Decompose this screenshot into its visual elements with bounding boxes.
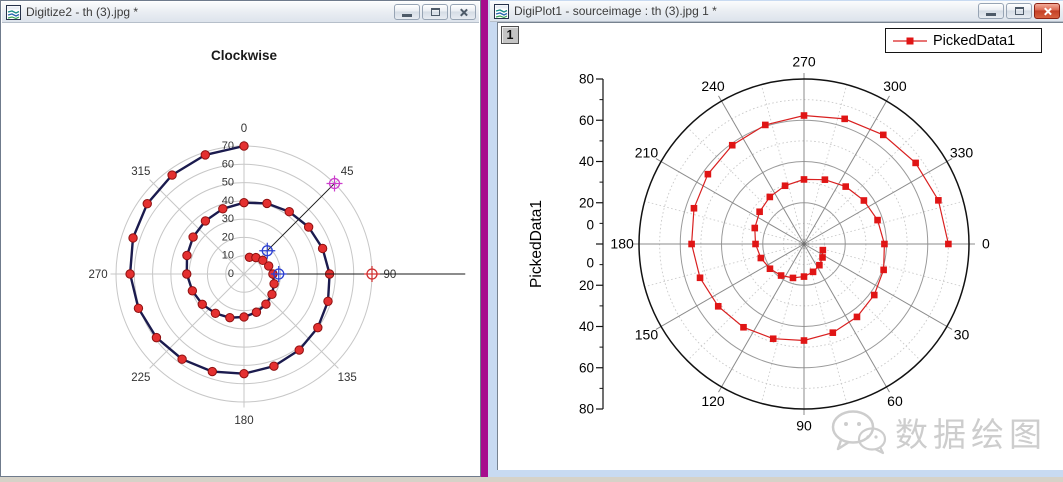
svg-text:120: 120 — [701, 393, 725, 409]
origin-graph-window-icon — [6, 4, 21, 20]
polar-grid — [633, 73, 975, 415]
calibration-marker-angle-ref-90[interactable] — [364, 266, 380, 282]
origin-graph-window-icon — [494, 3, 509, 19]
minimize-icon — [402, 14, 412, 17]
radial-axis — [596, 78, 604, 410]
digiplot-titlebar[interactable]: DigiPlot1 - sourceimage : th (3).jpg 1 * — [490, 1, 1063, 22]
radial-axis-labels: 80 60 40 20 0 0 20 40 60 80 — [579, 72, 594, 417]
svg-text:60: 60 — [579, 360, 594, 375]
digiplot-window-title: DigiPlot1 - sourceimage : th (3).jpg 1 * — [514, 4, 717, 18]
digitize-polar-chart: 04590135180225270315010203040506070Clock… — [88, 48, 466, 427]
svg-text:20: 20 — [579, 195, 594, 210]
y-axis-title: PickedData1 — [528, 200, 545, 288]
svg-text:40: 40 — [579, 319, 594, 334]
svg-text:30: 30 — [222, 213, 234, 225]
svg-text:10: 10 — [222, 250, 234, 262]
minimize-button[interactable] — [394, 4, 420, 20]
svg-text:135: 135 — [338, 372, 357, 384]
svg-text:315: 315 — [131, 166, 150, 178]
svg-text:0: 0 — [241, 123, 247, 135]
svg-text:20: 20 — [222, 231, 234, 243]
maximize-button[interactable] — [422, 4, 448, 20]
svg-text:300: 300 — [883, 78, 907, 94]
svg-text:0: 0 — [586, 218, 594, 233]
window-divider — [481, 0, 488, 477]
svg-text:180: 180 — [610, 236, 634, 252]
svg-text:0: 0 — [586, 256, 594, 271]
minimize-icon — [986, 13, 996, 16]
svg-text:90: 90 — [384, 269, 397, 281]
digitize-image-canvas[interactable]: 0 45 90 135 180 225 270 315 0 10 20 30 40 50 60 70 Clock… — [2, 23, 479, 475]
legend[interactable]: PickedData1 — [885, 28, 1042, 53]
svg-text:80: 80 — [579, 402, 594, 417]
svg-text:30: 30 — [954, 326, 970, 342]
svg-text:180: 180 — [234, 415, 253, 427]
digitize-titlebar[interactable]: Digitize2 - th (3).jpg * — [2, 2, 479, 23]
svg-text:PickedData1: PickedData1 — [528, 200, 545, 288]
calibration-overlay[interactable] — [259, 175, 466, 282]
svg-text:0: 0 — [982, 236, 990, 252]
svg-text:20: 20 — [579, 278, 594, 293]
chart-title: Clockwise — [211, 48, 278, 63]
digitize-window-title: Digitize2 - th (3).jpg * — [26, 5, 139, 19]
digiplot-polar-chart: 80 60 40 20 0 0 20 40 60 80 0 30 60 90 120 150 180 210 240… — [528, 54, 990, 434]
svg-text:60: 60 — [222, 158, 234, 170]
svg-text:90: 90 — [796, 417, 812, 433]
svg-text:270: 270 — [88, 269, 107, 281]
digiplot-graph-area[interactable]: 1 80 60 40 20 0 0 20 40 60 80 0 30 60 90 120 150 180 210 2… — [497, 22, 1063, 470]
svg-text:330: 330 — [950, 145, 974, 161]
svg-text:150: 150 — [635, 326, 659, 342]
svg-text:60: 60 — [579, 113, 594, 128]
digiplot-window[interactable]: DigiPlot1 - sourceimage : th (3).jpg 1 *… — [488, 0, 1063, 477]
svg-text:270: 270 — [792, 54, 816, 70]
svg-text:40: 40 — [579, 154, 594, 169]
svg-text:80: 80 — [579, 72, 594, 87]
svg-text:0: 0 — [228, 268, 234, 280]
close-button[interactable] — [1034, 3, 1060, 19]
svg-text:240: 240 — [701, 78, 725, 94]
close-icon — [459, 8, 468, 17]
maximize-icon — [1014, 7, 1024, 15]
legend-label: PickedData1 — [933, 32, 1016, 49]
maximize-icon — [430, 8, 440, 16]
close-icon — [1043, 7, 1052, 16]
maximize-button[interactable] — [1006, 3, 1032, 19]
layer-1-button[interactable]: 1 — [501, 26, 519, 44]
svg-text:225: 225 — [131, 372, 150, 384]
svg-text:45: 45 — [341, 166, 354, 178]
svg-text:50: 50 — [222, 177, 234, 189]
svg-text:60: 60 — [887, 393, 903, 409]
legend-line-marker — [893, 37, 927, 44]
close-button[interactable] — [450, 4, 476, 20]
svg-text:Clockwise: Clockwise — [211, 48, 278, 63]
minimize-button[interactable] — [978, 3, 1004, 19]
digitize-window[interactable]: Digitize2 - th (3).jpg * 0 45 90 135 180 225 2… — [0, 0, 481, 477]
svg-text:210: 210 — [635, 145, 659, 161]
